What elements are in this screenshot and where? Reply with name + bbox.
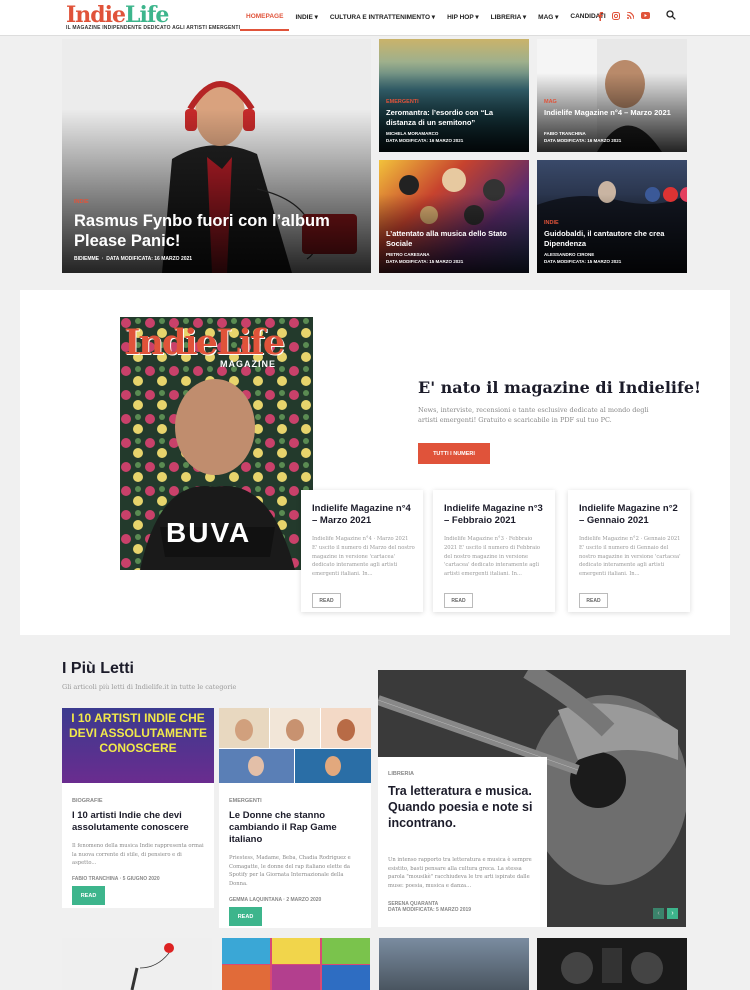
hero-tile-4[interactable]: INDIE Guidobaldi, il cantautore che crea… bbox=[537, 160, 687, 273]
site-header: IndieLife IL MAGAZINE INDIPENDENTE DEDIC… bbox=[0, 0, 750, 36]
tile-title[interactable]: Zeromantra: l’esordio con “La distanza d… bbox=[386, 108, 524, 127]
card-excerpt: Indielife Magazine n°2 · Gennaio 2021 E'… bbox=[579, 536, 681, 578]
bottom-thumb-1[interactable] bbox=[62, 938, 212, 990]
search-icon[interactable] bbox=[666, 10, 676, 20]
nav-mag[interactable]: MAG ▾ bbox=[532, 13, 564, 31]
hero-tile-1[interactable]: EMERGENTI Zeromantra: l’esordio con “La … bbox=[379, 39, 529, 152]
nav-hiphop[interactable]: HIP HOP ▾ bbox=[441, 13, 485, 31]
magazine-title: E' nato il magazine di Indielife! bbox=[418, 378, 702, 397]
hero-tile-3[interactable]: L’attentato alla musica dello Stato Soci… bbox=[379, 160, 529, 273]
youtube-icon[interactable] bbox=[641, 12, 650, 19]
rss-icon[interactable] bbox=[627, 12, 634, 19]
hero-main-article[interactable]: INDIE Rasmus Fynbo fuori con l’album Ple… bbox=[62, 39, 371, 273]
featured-date: DATA MODIFICATA: 5 MARZO 2019 bbox=[388, 907, 472, 913]
magazine-cover[interactable]: IndieLife MAGAZINE BUVA bbox=[120, 317, 313, 570]
post-image-text: I 10 ARTISTI INDIE CHE DEVI ASSOLUTAMENT… bbox=[68, 711, 207, 755]
tile-category[interactable]: MAG bbox=[544, 99, 557, 105]
next-arrow-icon[interactable]: › bbox=[667, 908, 678, 919]
tile-author[interactable]: FABIO TRANCHINA bbox=[544, 131, 586, 136]
balloon-girl-image bbox=[130, 943, 174, 990]
card-read-button[interactable]: READ bbox=[444, 593, 473, 608]
card-title[interactable]: Indielife Magazine n°2 – Gennaio 2021 bbox=[579, 503, 682, 527]
nav-indie[interactable]: INDIE ▾ bbox=[289, 13, 323, 31]
post-meta: GEMMA LAQUINTANA · 2 MARZO 2020 bbox=[229, 897, 322, 903]
popular-subtitle: Gli articoli più letti di Indielife.it i… bbox=[62, 683, 237, 691]
card-excerpt: Indielife Magazine n°4 · Marzo 2021 E' u… bbox=[312, 536, 415, 578]
tile-author[interactable]: PIETRO CARESANA bbox=[386, 252, 430, 257]
facebook-icon[interactable] bbox=[598, 12, 604, 21]
bottom-thumb-4[interactable] bbox=[537, 938, 687, 990]
card-read-button[interactable]: READ bbox=[312, 593, 341, 608]
tile-category[interactable]: INDIE bbox=[544, 220, 559, 226]
tile-author[interactable]: ALESSANDRO CIRONE bbox=[544, 252, 594, 257]
featured-category[interactable]: LIBRERIA bbox=[388, 771, 414, 777]
post-excerpt: Priestess, Madame, Beba, Chadia Rodrigue… bbox=[229, 855, 351, 887]
youtube-float-icon[interactable] bbox=[663, 187, 678, 202]
post-category[interactable]: BIOGRAFIE bbox=[72, 798, 103, 804]
hero-main-author[interactable]: BIDIEMME bbox=[74, 256, 99, 262]
cover-logo: IndieLife bbox=[124, 322, 285, 363]
magazine-card-1: Indielife Magazine n°4 – Marzo 2021 Indi… bbox=[301, 490, 423, 612]
post-image[interactable] bbox=[219, 708, 371, 783]
nav-homepage[interactable]: HOMEPAGE bbox=[240, 13, 290, 31]
post-image[interactable]: I 10 ARTISTI INDIE CHE DEVI ASSOLUTAMENT… bbox=[62, 708, 214, 783]
post-category[interactable]: EMERGENTI bbox=[229, 798, 262, 804]
featured-title[interactable]: Tra letteratura e musica. Quando poesia … bbox=[388, 783, 538, 831]
hero-main-title[interactable]: Rasmus Fynbo fuori con l’album Please Pa… bbox=[74, 211, 359, 251]
magazine-description: News, interviste, recensioni e tante esc… bbox=[418, 406, 649, 424]
popular-title: I Più Letti bbox=[62, 660, 134, 677]
nav-libreria[interactable]: LIBRERIA ▾ bbox=[485, 13, 533, 31]
post-title[interactable]: Le Donne che stanno cambiando il Rap Gam… bbox=[229, 810, 363, 846]
facebook-float-icon[interactable] bbox=[645, 187, 660, 202]
all-issues-button[interactable]: TUTTI I NUMERI bbox=[418, 443, 490, 464]
featured-post-card: LIBRERIA Tra letteratura e musica. Quand… bbox=[378, 757, 547, 927]
site-tagline: IL MAGAZINE INDIPENDENTE DEDICATO AGLI A… bbox=[66, 25, 241, 31]
magazine-card-2: Indielife Magazine n°3 – Febbraio 2021 I… bbox=[433, 490, 555, 612]
card-excerpt: Indielife Magazine n°3 · Febbraio 2021 E… bbox=[444, 536, 541, 578]
post-read-button[interactable]: READ bbox=[72, 886, 105, 905]
post-read-button[interactable]: READ bbox=[229, 907, 262, 926]
tile-title[interactable]: L’attentato alla musica dello Stato Soci… bbox=[386, 229, 524, 248]
bottom-thumb-2[interactable] bbox=[222, 938, 370, 990]
post-title[interactable]: I 10 artisti Indie che devi assolutament… bbox=[72, 810, 206, 834]
popart-image bbox=[222, 938, 370, 990]
hero-main-meta: BIDIEMME · DATA MODIFICATA: 16 MARZO 202… bbox=[74, 256, 193, 262]
post-date: 5 GIUGNO 2020 bbox=[122, 876, 160, 882]
magazine-card-3: Indielife Magazine n°2 – Gennaio 2021 In… bbox=[568, 490, 690, 612]
hero-main-date: DATA MODIFICATA: 16 MARZO 2021 bbox=[106, 256, 193, 262]
post-meta: FABIO TRANCHINA · 5 GIUGNO 2020 bbox=[72, 876, 160, 882]
instagram-icon[interactable] bbox=[612, 12, 620, 20]
prev-arrow-icon[interactable]: ‹ bbox=[653, 908, 664, 919]
post-author[interactable]: FABIO TRANCHINA bbox=[72, 876, 118, 882]
dj-mixer-image bbox=[561, 948, 663, 984]
card-read-button[interactable]: READ bbox=[579, 593, 608, 608]
tile-date: DATA MODIFICATA: 16 MARZO 2021 bbox=[544, 138, 622, 143]
post-date: 2 MARZO 2020 bbox=[286, 897, 322, 903]
tile-title[interactable]: Indielife Magazine n°4 – Marzo 2021 bbox=[544, 108, 682, 118]
tile-date: DATA MODIFICATA: 15 MARZO 2021 bbox=[386, 259, 464, 264]
hero-tile-2[interactable]: MAG Indielife Magazine n°4 – Marzo 2021 … bbox=[537, 39, 687, 152]
tile-author[interactable]: MICHELA MORAMARCO bbox=[386, 131, 438, 136]
card-title[interactable]: Indielife Magazine n°4 – Marzo 2021 bbox=[312, 503, 415, 527]
hero-main-category[interactable]: INDIE bbox=[74, 199, 89, 205]
tile-category[interactable]: EMERGENTI bbox=[386, 99, 419, 105]
popular-post-1: I 10 ARTISTI INDIE CHE DEVI ASSOLUTAMENT… bbox=[62, 708, 214, 908]
card-title[interactable]: Indielife Magazine n°3 – Febbraio 2021 bbox=[444, 503, 547, 527]
popular-post-2: EMERGENTI Le Donne che stanno cambiando … bbox=[219, 708, 371, 928]
cover-subtitle: MAGAZINE bbox=[220, 359, 276, 369]
bottom-thumb-3[interactable] bbox=[379, 938, 529, 990]
cover-name: BUVA bbox=[166, 517, 252, 548]
post-author[interactable]: GEMMA LAQUINTANA bbox=[229, 897, 282, 903]
tile-date: DATA MODIFICATA: 16 MARZO 2021 bbox=[386, 138, 464, 143]
tile-title[interactable]: Guidobaldi, il cantautore che crea Dipen… bbox=[544, 229, 682, 248]
featured-excerpt: Un intenso rapporto tra letteratura e mu… bbox=[388, 857, 532, 889]
nav-cultura[interactable]: CULTURA E INTRATTENIMENTO ▾ bbox=[324, 13, 441, 31]
nav-candidati[interactable]: CANDIDATI bbox=[564, 13, 611, 31]
tile-date: DATA MODIFICATA: 15 MARZO 2021 bbox=[544, 259, 622, 264]
main-nav: HOMEPAGE INDIE ▾ CULTURA E INTRATTENIMEN… bbox=[240, 13, 612, 31]
site-logo[interactable]: IndieLife bbox=[66, 4, 169, 26]
post-excerpt: Il fenomeno della musica Indie rappresen… bbox=[72, 843, 204, 867]
